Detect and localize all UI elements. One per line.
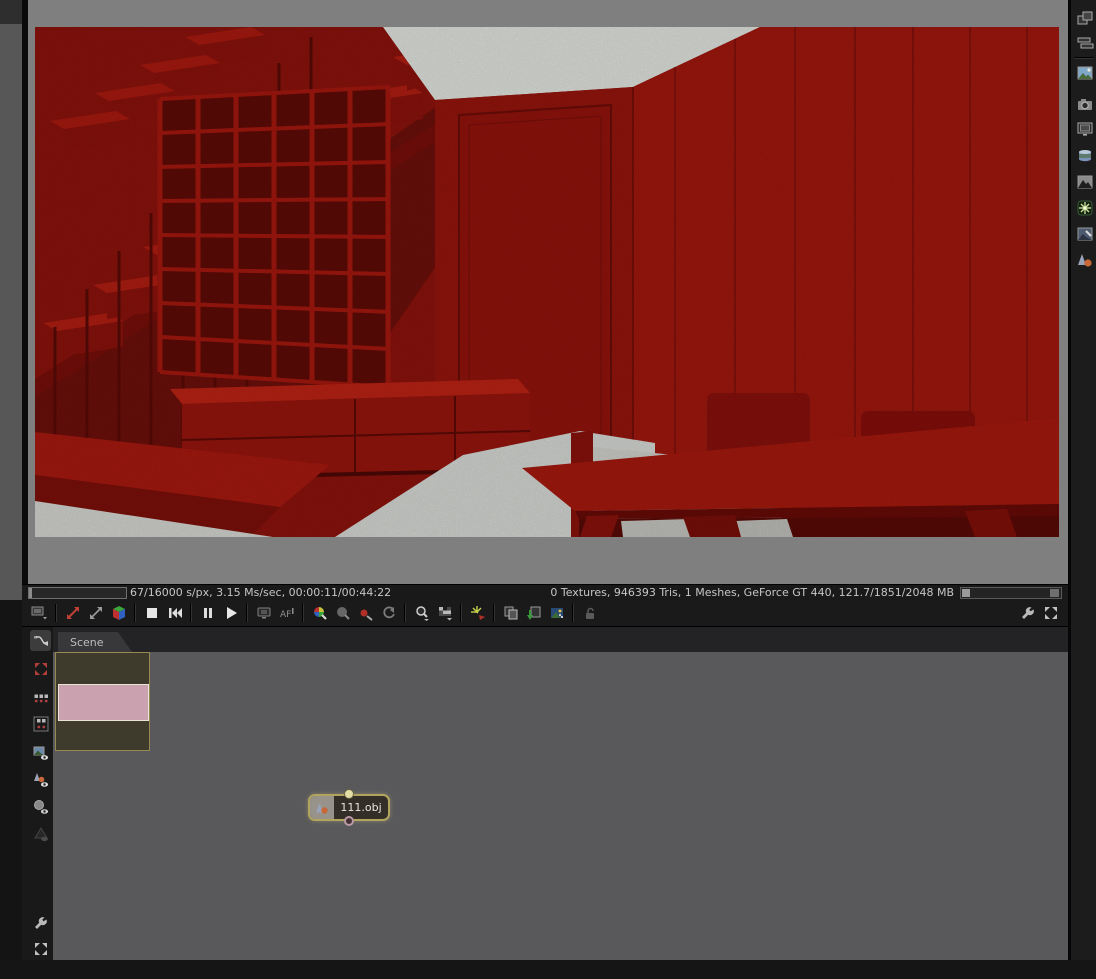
fit-view-button[interactable] [30, 938, 51, 959]
connect-tool-icon[interactable] [30, 630, 51, 651]
paste-image-button[interactable] [522, 602, 545, 624]
gutter-top-block [0, 0, 22, 24]
camera-icon[interactable] [1075, 94, 1095, 114]
editor-settings-wrench-button[interactable] [30, 912, 51, 933]
display-icon[interactable] [1075, 119, 1095, 139]
zoom-region-button[interactable] [410, 602, 433, 624]
svg-text:AF: AF [280, 610, 291, 620]
material-preview-icon[interactable] [30, 769, 51, 790]
auto-focus-button[interactable]: AF [275, 602, 298, 624]
left-gutter [0, 24, 22, 600]
start-render-button[interactable] [219, 602, 242, 624]
object-picker-button[interactable] [377, 602, 400, 624]
bottom-strip [0, 960, 1096, 979]
environment-icon[interactable] [1075, 146, 1095, 166]
texture-image-icon[interactable] [1075, 172, 1095, 192]
render-region-button[interactable] [433, 602, 456, 624]
node-output-pin[interactable] [344, 789, 354, 799]
lock-viewport-button[interactable] [578, 602, 601, 624]
octane-window: { "render_viewport": { "subject": "red i… [0, 0, 1096, 979]
imager-icon[interactable] [1075, 224, 1095, 244]
restart-render-button[interactable] [163, 602, 186, 624]
render-settings-wrench-button[interactable] [1016, 602, 1039, 624]
focus-picker-button[interactable] [354, 602, 377, 624]
float-window-icon[interactable] [1075, 9, 1095, 29]
viewport-display-button[interactable] [28, 602, 51, 624]
render-priority-button[interactable] [252, 602, 275, 624]
render-toolbar: AF [22, 600, 1068, 627]
texture-preview-icon[interactable] [30, 796, 51, 817]
copy-image-button[interactable] [499, 602, 522, 624]
node-label: 111.obj [340, 801, 382, 814]
scene-stats-text: 0 Textures, 946393 Tris, 1 Meshes, GeFor… [550, 586, 954, 599]
node-editor-tabbar: Scene [53, 627, 1068, 652]
graph-minimap[interactable] [55, 652, 150, 751]
mesh-preview-icon[interactable] [30, 823, 51, 844]
render-stats-text: 67/16000 s/px, 3.15 Ms/sec, 00:00:11/00:… [130, 586, 392, 599]
node-editor-toolbar [28, 627, 53, 960]
layout-vertical-icon[interactable] [30, 713, 51, 734]
white-balance-picker-button[interactable] [308, 602, 331, 624]
render-image [35, 27, 1059, 537]
emitter-icon[interactable] [1075, 198, 1095, 218]
rgb-channels-button[interactable] [107, 602, 130, 624]
material-icon[interactable] [1075, 250, 1095, 270]
actual-size-button[interactable] [84, 602, 107, 624]
node-mesh-111obj[interactable]: 111.obj [308, 789, 390, 826]
material-picker-button[interactable] [331, 602, 354, 624]
node-editor: Scene 111.obj [22, 627, 1068, 960]
save-image-button[interactable] [545, 602, 568, 624]
recenter-view-button[interactable] [61, 602, 84, 624]
render-target-icon[interactable] [1075, 63, 1095, 83]
render-progress-bar [28, 587, 127, 599]
gpu-memory-bar [960, 587, 1062, 599]
fit-graph-icon[interactable] [30, 658, 51, 679]
tab-scene[interactable]: Scene [58, 632, 132, 652]
fullscreen-toggle-button[interactable] [1039, 602, 1062, 624]
minimap-view-rect[interactable] [58, 684, 149, 721]
stop-render-button[interactable] [140, 602, 163, 624]
film-sparkle-button[interactable] [466, 602, 489, 624]
layout-horizontal-icon[interactable] [30, 686, 51, 707]
render-preview-icon[interactable] [30, 742, 51, 763]
status-bar: 67/16000 s/px, 3.15 Ms/sec, 00:00:11/00:… [22, 584, 1068, 601]
pause-render-button[interactable] [196, 602, 219, 624]
node-input-pin[interactable] [344, 816, 354, 826]
layout-panels-icon[interactable] [1075, 33, 1095, 53]
node-palette-column [1068, 0, 1096, 960]
mesh-node-icon [310, 796, 334, 819]
render-viewport[interactable] [28, 0, 1068, 585]
node-graph-canvas[interactable]: 111.obj [53, 652, 1068, 960]
